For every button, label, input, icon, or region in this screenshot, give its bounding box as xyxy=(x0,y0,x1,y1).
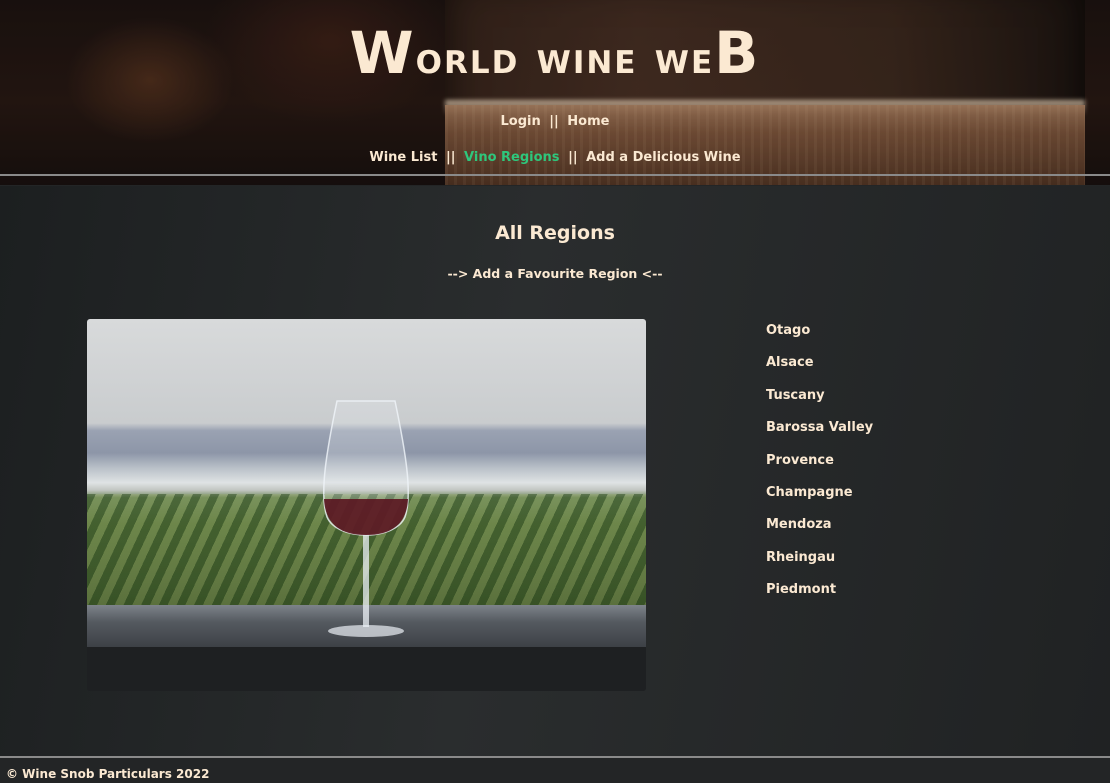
vineyard-photo xyxy=(87,319,646,691)
region-list: Otago Alsace Tuscany Barossa Valley Prov… xyxy=(766,322,1026,614)
region-item[interactable]: Provence xyxy=(766,452,1026,484)
nav-separator: || xyxy=(549,114,559,129)
region-item[interactable]: Tuscany xyxy=(766,387,1026,419)
home-link[interactable]: Home xyxy=(567,114,609,129)
site-title-initial: W xyxy=(349,19,416,87)
region-item[interactable]: Mendoza xyxy=(766,516,1026,548)
add-region-link[interactable]: --> Add a Favourite Region <-- xyxy=(0,266,1110,281)
region-item[interactable]: Alsace xyxy=(766,354,1026,386)
wine-list-link[interactable]: Wine List xyxy=(369,150,437,165)
login-link[interactable]: Login xyxy=(501,114,541,129)
region-item[interactable]: Barossa Valley xyxy=(766,419,1026,451)
add-wine-link[interactable]: Add a Delicious Wine xyxy=(586,150,741,165)
nav-separator: || xyxy=(568,150,578,165)
top-nav: Login || Home xyxy=(0,114,1110,129)
footer-copyright: © Wine Snob Particulars 2022 xyxy=(6,767,210,781)
page-title: All Regions xyxy=(495,222,615,244)
wine-glass-icon xyxy=(322,400,410,637)
region-item[interactable]: Otago xyxy=(766,322,1026,354)
region-item[interactable]: Piedmont xyxy=(766,581,1026,613)
main-nav: Wine List || Vino Regions || Add a Delic… xyxy=(0,150,1110,165)
region-item[interactable]: Rheingau xyxy=(766,549,1026,581)
site-title-middle: orld wine we xyxy=(415,33,715,84)
vino-regions-link[interactable]: Vino Regions xyxy=(464,150,560,165)
header-divider xyxy=(0,174,1110,176)
site-title: World wine weB xyxy=(0,24,1110,82)
nav-separator: || xyxy=(446,150,456,165)
site-title-final: B xyxy=(714,19,761,87)
region-item[interactable]: Champagne xyxy=(766,484,1026,516)
